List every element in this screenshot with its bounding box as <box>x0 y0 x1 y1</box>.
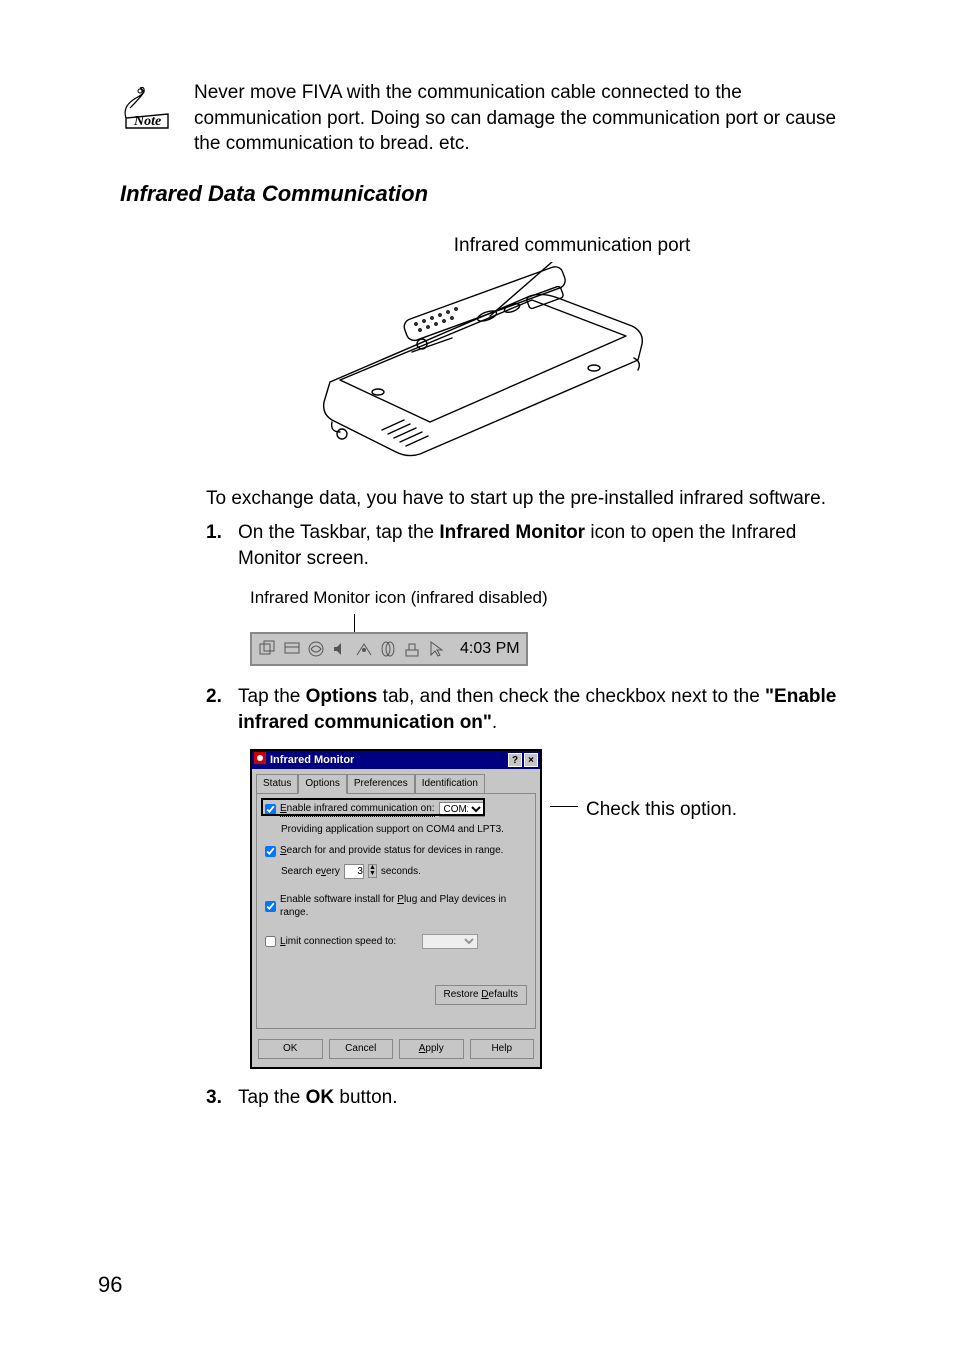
step-number: 2. <box>206 684 228 1077</box>
tray-icon-2[interactable] <box>282 638 302 660</box>
note-text: Never move FIVA with the communication c… <box>194 80 864 157</box>
system-tray: 4:03 PM <box>250 632 528 666</box>
limit-speed-row: Limit connection speed to: <box>265 934 527 949</box>
note-icon: Note <box>120 84 176 140</box>
close-button[interactable]: × <box>524 753 538 767</box>
help-button[interactable]: ? <box>508 753 522 767</box>
search-devices-label: Search for and provide status for device… <box>280 844 503 858</box>
infrared-app-icon <box>254 752 266 769</box>
support-text: Providing application support on COM4 an… <box>281 823 527 837</box>
dialog-button-row: OK Cancel Apply Help <box>252 1033 540 1067</box>
tray-icon-5[interactable] <box>378 638 398 660</box>
svg-text:Note: Note <box>133 114 161 129</box>
tray-icon-1[interactable] <box>258 638 278 660</box>
tray-icon-3[interactable] <box>306 638 326 660</box>
infrared-monitor-dialog: Infrared Monitor ? × Status Options Pref… <box>250 749 542 1069</box>
step-3: 3. Tap the OK button. <box>206 1085 864 1117</box>
note-block: Note Never move FIVA with the communicat… <box>120 80 864 157</box>
tab-preferences[interactable]: Preferences <box>347 774 415 794</box>
tray-icon-cursor[interactable] <box>426 638 446 660</box>
limit-speed-checkbox[interactable] <box>265 936 276 947</box>
step-number: 1. <box>206 520 228 666</box>
search-devices-row: Search for and provide status for device… <box>265 844 527 858</box>
search-every-label-pre: Search every <box>281 865 340 879</box>
tray-clock: 4:03 PM <box>460 638 520 660</box>
annotation-lead-line <box>550 806 578 807</box>
step-number: 3. <box>206 1085 228 1117</box>
dialog-titlebar: Infrared Monitor ? × <box>252 751 540 769</box>
tab-status[interactable]: Status <box>256 774 298 794</box>
search-every-label-post: seconds. <box>381 865 421 879</box>
taskbar-caption: Infrared Monitor icon (infrared disabled… <box>250 587 864 610</box>
check-option-annotation: Check this option. <box>586 797 737 823</box>
tray-icon-infrared[interactable] <box>354 638 374 660</box>
search-interval-row: Search every ▲▼ seconds. <box>281 864 527 879</box>
tab-identification[interactable]: Identification <box>415 774 485 794</box>
step-3-text: Tap the OK button. <box>238 1085 864 1111</box>
plug-play-label: Enable software install for Plug and Pla… <box>280 893 527 920</box>
port-label: Infrared communication port <box>280 233 864 259</box>
page-number: 96 <box>98 1270 122 1300</box>
steps-list: 1. On the Taskbar, tap the Infrared Moni… <box>206 520 864 1117</box>
limit-speed-select[interactable] <box>422 934 478 949</box>
help-button-bottom[interactable]: Help <box>470 1039 535 1059</box>
options-panel: EEnable infrared communication on:nable … <box>256 793 536 1029</box>
step-2-text: Tap the Options tab, and then check the … <box>238 684 864 735</box>
step-2: 2. Tap the Options tab, and then check t… <box>206 684 864 1077</box>
tab-strip: Status Options Preferences Identificatio… <box>252 769 540 793</box>
dialog-title: Infrared Monitor <box>270 753 354 768</box>
limit-speed-label: Limit connection speed to: <box>280 935 396 949</box>
spinner-icon[interactable]: ▲▼ <box>368 864 377 878</box>
section-heading: Infrared Data Communication <box>120 179 864 209</box>
device-figure-block: Infrared communication port <box>120 233 864 463</box>
step-1: 1. On the Taskbar, tap the Infrared Moni… <box>206 520 864 666</box>
restore-defaults-button[interactable]: Restore Defaults <box>435 985 528 1005</box>
cancel-button[interactable]: Cancel <box>329 1039 394 1059</box>
callout-tick <box>354 614 355 632</box>
tray-icon-volume[interactable] <box>330 638 350 660</box>
plug-play-row: Enable software install for Plug and Pla… <box>265 893 527 920</box>
intro-paragraph: To exchange data, you have to start up t… <box>206 486 864 512</box>
tray-icon-6[interactable] <box>402 638 422 660</box>
search-devices-checkbox[interactable] <box>265 846 276 857</box>
apply-button[interactable]: Apply <box>399 1039 464 1059</box>
focus-highlight <box>261 798 485 816</box>
ok-button[interactable]: OK <box>258 1039 323 1059</box>
step-1-text: On the Taskbar, tap the Infrared Monitor… <box>238 520 864 571</box>
tab-options[interactable]: Options <box>298 774 346 794</box>
device-line-art <box>312 262 672 462</box>
plug-play-checkbox[interactable] <box>265 901 276 912</box>
search-interval-input[interactable] <box>344 864 364 879</box>
